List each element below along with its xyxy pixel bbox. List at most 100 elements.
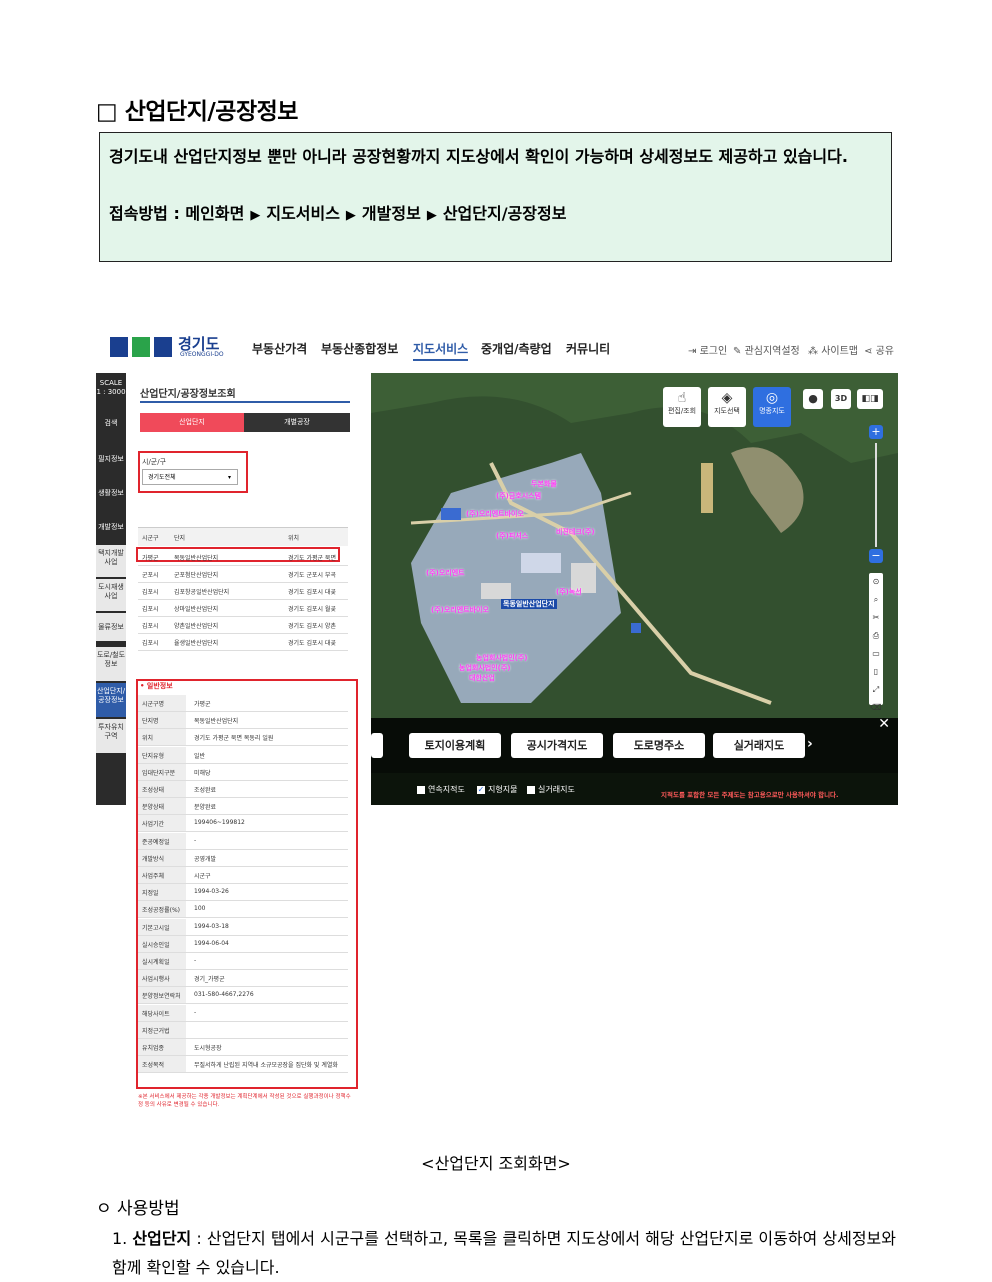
nav-map-service[interactable]: 지도서비스	[413, 340, 469, 361]
menu-housing[interactable]: 택지개발 사업	[96, 545, 126, 577]
info-row: 사업주체 시군구	[138, 867, 348, 884]
zoom-slider[interactable]	[875, 443, 877, 547]
share-link[interactable]: ⋖ 공유	[864, 342, 894, 357]
info-row: 임대단지구분 미해당	[138, 763, 348, 781]
tab-factory[interactable]: 개별공장	[244, 413, 350, 432]
menu-search[interactable]: 검색	[96, 419, 126, 428]
zoom-in-button[interactable]: +	[869, 425, 883, 439]
map-label[interactable]: 두본화물	[531, 479, 557, 489]
map-type-button[interactable]: ◎ 명종지도	[753, 387, 791, 427]
logo-mark-icon	[154, 337, 172, 357]
quick-road-address[interactable]: 도로명주소	[613, 733, 705, 758]
login-link[interactable]: ⇥ 로그인	[688, 342, 727, 357]
table-cell: 경기도 김포시 대곶	[288, 589, 336, 596]
quick-price-map[interactable]: 공시가격지도	[511, 733, 603, 758]
quick-transaction-map[interactable]: 실거래지도	[713, 733, 805, 758]
map-label[interactable]: (주)오리엔트	[426, 568, 465, 578]
quick-land-use[interactable]: 토지이용계획	[409, 733, 501, 758]
info-value: 100	[194, 905, 206, 913]
table-row[interactable]: 군포시 군포첨단산업단지 경기도 군포시 부곡	[138, 566, 348, 583]
item-term: 산업단지	[132, 1229, 192, 1248]
info-value: 분양완료	[194, 804, 217, 812]
info-label: 임대단지구분	[138, 763, 186, 780]
table-cell: 목동일반산업단지	[174, 555, 219, 562]
map-label[interactable]: 비젼테크(주)	[556, 527, 595, 537]
layer-cadastral[interactable]: 연속지적도	[417, 784, 465, 795]
table-row[interactable]: 김포시 양촌일반산업단지 경기도 김포시 양촌	[138, 617, 348, 634]
zoom-out-button[interactable]: −	[869, 549, 883, 563]
map-label[interactable]: (주)금호시스템	[496, 491, 541, 501]
map-label-complex[interactable]: 목동일반산업단지	[501, 599, 557, 609]
nav-realestate-info[interactable]: 부동산종합정보	[321, 340, 398, 357]
info-row: 위치 경기도 가평군 북면 목동리 일원	[138, 729, 348, 747]
info-label: 개발방식	[138, 849, 186, 866]
arrow-icon: ▶	[250, 208, 261, 223]
info-value: 031-580-4667,2276	[194, 991, 254, 999]
interest-link[interactable]: ✎ 관심지역설정	[733, 342, 800, 357]
info-row: 사업기간 199406~199812	[138, 815, 348, 833]
panel-title: 산업단지/공장정보조회	[140, 389, 236, 400]
info-value: 1994-03-26	[194, 888, 229, 896]
info-value: -	[194, 836, 197, 844]
table-row[interactable]: 김포시 김포창공일반산업단지 경기도 김포시 대곶	[138, 583, 348, 600]
menu-parcel[interactable]: 필지정보	[96, 455, 126, 464]
map-warning: 지적도를 포함한 모든 주제도는 참고용으로만 사용하셔야 합니다.	[661, 791, 839, 799]
info-row: 지정일 1994-03-26	[138, 884, 348, 902]
info-label: 단지유형	[138, 746, 186, 763]
table-row[interactable]: 김포시 율생일반산업단지 경기도 김포시 대곶	[138, 634, 348, 651]
table-cell: 상마일반산업단지	[174, 606, 219, 613]
info-label: 준공예정일	[138, 832, 186, 849]
map-label[interactable]: (주)녹선	[556, 587, 582, 597]
sitemap-link[interactable]: ⁂ 사이트맵	[808, 342, 858, 357]
info-row: 분양정보연락처 031-580-4667,2276	[138, 987, 348, 1005]
nav-broker[interactable]: 중개업/측량업	[481, 340, 552, 357]
map-view[interactable]: 두본화물 (주)금호시스템 (주)오리엔트바이오 (주)피셔스 (주)오리엔트 …	[371, 373, 898, 805]
close-icon[interactable]: ✕	[878, 716, 890, 732]
map-select-button[interactable]: ◈ 지도선택	[708, 387, 746, 427]
tab-industrial-complex[interactable]: 산업단지	[140, 413, 244, 432]
info-label: 조성목적	[138, 1056, 186, 1073]
info-row: 기본고시일 1994-03-18	[138, 918, 348, 936]
left-blank	[96, 805, 126, 1115]
table-row[interactable]: 김포시 상마일반산업단지 경기도 김포시 월곶	[138, 600, 348, 617]
panel-divider	[140, 401, 350, 403]
menu-urban-regen[interactable]: 도시재생 사업	[96, 579, 126, 611]
quick-prev[interactable]	[371, 733, 383, 758]
nav-community[interactable]: 커뮤니티	[566, 340, 610, 357]
menu-development[interactable]: 개발정보	[96, 523, 126, 532]
arrow-icon: ▶	[345, 208, 356, 223]
table-cell: 김포시	[142, 623, 159, 630]
map-label[interactable]: 농업회사법인(주)	[459, 663, 510, 673]
chevron-right-icon[interactable]: ›	[807, 736, 813, 752]
table-cell: 김포시	[142, 589, 159, 596]
menu-road[interactable]: 도로/철도 정보	[96, 647, 126, 681]
menu-investment[interactable]: 투자유치 구역	[96, 719, 126, 753]
table-row[interactable]: 가평군 목동일반산업단지 경기도 가평군 북면	[138, 549, 348, 566]
map-tools[interactable]: ⊙ ⌕ ✂ ⎙ ▭ ▯ ⤢ ⌫	[869, 573, 883, 712]
region-select[interactable]: 경기도전체 ▾	[142, 469, 238, 485]
table-cell: 경기도 김포시 대곶	[288, 640, 336, 647]
info-value: 일반	[194, 752, 206, 760]
layer-transaction[interactable]: 실거래지도	[527, 784, 575, 795]
info-value: 199406~199812	[194, 819, 245, 827]
3d-button[interactable]: 3D	[831, 389, 851, 409]
map-label[interactable]: (주)오리엔트바이오	[431, 605, 489, 615]
split-view-button[interactable]: ◧◨	[857, 389, 883, 409]
menu-industrial[interactable]: 산업단지/ 공장정보	[96, 683, 126, 717]
layer-terrain[interactable]: ✓ 지형지물	[477, 784, 517, 795]
info-row: 실시계획일 -	[138, 953, 348, 970]
info-label: 해당사이트	[138, 1004, 186, 1021]
info-value: 공영개발	[194, 855, 217, 863]
street-view-button[interactable]: ●	[803, 389, 823, 409]
table-cell: 김포창공일반산업단지	[174, 589, 230, 596]
nav-price[interactable]: 부동산가격	[252, 340, 307, 357]
map-label[interactable]: 대한산업	[469, 673, 495, 683]
map-label[interactable]: (주)피셔스	[496, 531, 528, 541]
menu-logistics[interactable]: 물류정보	[96, 613, 126, 641]
map-label[interactable]: 농업회사법인(주)	[476, 653, 527, 663]
menu-life[interactable]: 생활정보	[96, 489, 126, 498]
edit-query-button[interactable]: ☝ 편집/조회	[663, 387, 701, 427]
map-label[interactable]: (주)오리엔트바이오	[466, 509, 524, 519]
info-row: 지정근거법	[138, 1021, 348, 1039]
path-step-2: 개발정보	[361, 204, 421, 223]
